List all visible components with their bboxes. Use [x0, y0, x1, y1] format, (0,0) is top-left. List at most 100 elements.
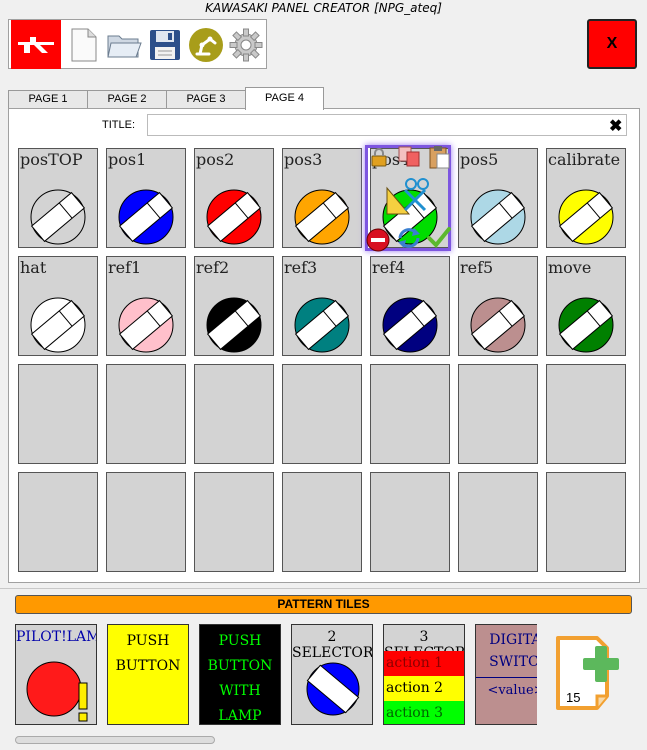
panel-button-label: move: [548, 258, 592, 277]
confirm-check-icon[interactable]: [427, 225, 451, 253]
selector-knob-icon: [470, 189, 526, 245]
title-input[interactable]: [147, 114, 627, 136]
panel-button-label: ref4: [372, 258, 406, 277]
empty-slot[interactable]: [458, 472, 538, 572]
tab-page-1[interactable]: PAGE 1: [8, 90, 88, 109]
pattern-scrollbar[interactable]: [15, 736, 215, 744]
properties-icon[interactable]: [385, 176, 435, 220]
panel-button-1[interactable]: pos1: [106, 148, 186, 248]
pattern-tile-2-selector[interactable]: 2 SELECTOR: [291, 624, 373, 725]
panel-button-3[interactable]: pos3: [282, 148, 362, 248]
pattern-tile-label: PILOT!LAMP: [16, 629, 96, 645]
pattern-tile-label: BUTTON: [115, 658, 181, 674]
selector-knob-icon: [206, 189, 262, 245]
panel-button-label: pos3: [284, 150, 323, 169]
empty-slot[interactable]: [546, 364, 626, 464]
empty-slot[interactable]: [106, 472, 186, 572]
selector-knob-icon: [294, 297, 350, 353]
panel-button-13[interactable]: move: [546, 256, 626, 356]
empty-slot[interactable]: [370, 472, 450, 572]
empty-slot[interactable]: [18, 364, 98, 464]
toolbar: [8, 19, 267, 69]
pattern-tile-pilot-lamp[interactable]: PILOT!LAMP: [15, 624, 97, 725]
empty-slot[interactable]: [370, 364, 450, 464]
panel-button-9[interactable]: ref2: [194, 256, 274, 356]
swap-icon[interactable]: [396, 226, 422, 254]
action-3-label: action 3: [384, 701, 464, 724]
empty-slot[interactable]: [194, 472, 274, 572]
empty-slot[interactable]: [282, 364, 362, 464]
pattern-tile-push-button[interactable]: PUSH BUTTON: [107, 624, 189, 725]
selector-knob-icon: [118, 189, 174, 245]
panel-button-8[interactable]: ref1: [106, 256, 186, 356]
tab-page-3[interactable]: PAGE 3: [166, 90, 246, 109]
selector-knob-icon: [30, 189, 86, 245]
panel-button-label: pos1: [108, 150, 147, 169]
empty-slot[interactable]: [282, 472, 362, 572]
save-icon[interactable]: [145, 25, 185, 65]
panel-button-label: ref3: [284, 258, 318, 277]
empty-slot[interactable]: [546, 472, 626, 572]
empty-slot[interactable]: [194, 364, 274, 464]
empty-slot[interactable]: [106, 364, 186, 464]
value-placeholder: <value>: [487, 683, 537, 698]
copy-icon[interactable]: [398, 146, 422, 172]
paste-icon[interactable]: [429, 145, 451, 173]
panel-button-7[interactable]: hat: [18, 256, 98, 356]
open-folder-icon[interactable]: [104, 25, 144, 65]
panel-button-label: calibrate: [548, 150, 621, 169]
lock-icon[interactable]: [369, 147, 389, 171]
pattern-tile-label: PUSH: [126, 633, 170, 649]
pattern-tile-label: LAMP: [218, 708, 262, 724]
delete-icon[interactable]: [366, 228, 390, 256]
pattern-tile-label: BUTTON: [207, 658, 273, 674]
new-file-icon[interactable]: [64, 25, 104, 65]
panel-button-2[interactable]: pos2: [194, 148, 274, 248]
panel-button-6[interactable]: calibrate: [546, 148, 626, 248]
pattern-tile-label: 2 SELECTOR: [292, 629, 373, 661]
lamp-icon: [26, 661, 88, 722]
panel-button-label: hat: [20, 258, 47, 277]
panel-button-label: posTOP: [20, 150, 83, 169]
title-label: TITLE:: [102, 119, 136, 131]
panel-button-label: ref2: [196, 258, 230, 277]
panel-button-5[interactable]: pos5: [458, 148, 538, 248]
tab-page-4[interactable]: PAGE 4: [245, 87, 324, 110]
gear-icon[interactable]: [226, 25, 266, 65]
panel-button-0[interactable]: posTOP: [18, 148, 98, 248]
add-tile-icon: [556, 636, 619, 710]
panel-button-label: ref1: [108, 258, 142, 277]
panel-button-11[interactable]: ref4: [370, 256, 450, 356]
pattern-tile-push-button-lamp[interactable]: PUSH BUTTON WITH LAMP: [199, 624, 281, 725]
pattern-tiles-header: PATTERN TILES: [15, 595, 632, 614]
empty-slot[interactable]: [18, 472, 98, 572]
selector-knob-icon: [558, 189, 614, 245]
panel-button-12[interactable]: ref5: [458, 256, 538, 356]
panel-button-label: ref5: [460, 258, 494, 277]
empty-slot[interactable]: [458, 364, 538, 464]
tile-count: 15: [566, 690, 581, 705]
panel-button-10[interactable]: ref3: [282, 256, 362, 356]
selector-knob-icon: [30, 297, 86, 353]
clear-title-icon[interactable]: ✖: [609, 116, 622, 136]
kawasaki-logo-icon[interactable]: [11, 20, 61, 69]
panel-button-label: pos5: [460, 150, 499, 169]
pattern-tile-3-selector[interactable]: 3 SELECTOR action 1 action 2 action 3: [383, 624, 465, 725]
close-button[interactable]: X: [587, 19, 637, 69]
window-title: KAWASAKI PANEL CREATOR [NPG_ateq]: [205, 1, 442, 15]
action-2-label: action 2: [384, 676, 464, 701]
pattern-tile-label: PUSH: [218, 633, 262, 649]
action-1-label: action 1: [384, 651, 464, 676]
pattern-tile-digital-switch[interactable]: DIGITAL SWITCH <value>: [475, 624, 537, 725]
pattern-tile-label: WITH: [219, 683, 261, 699]
robot-icon[interactable]: [186, 25, 226, 65]
pattern-tile-label: SWITCH: [489, 654, 537, 670]
pattern-tile-label: DIGITAL: [489, 632, 537, 648]
selector-knob-icon: [382, 297, 438, 353]
selector-knob-icon: [206, 297, 262, 353]
pattern-tiles-strip: PILOT!LAMP PUSH BUTTON PUSH BUTTON WITH …: [15, 624, 537, 726]
selector-knob-icon: [558, 297, 614, 353]
selector-knob-icon: [306, 662, 360, 716]
tab-page-2[interactable]: PAGE 2: [87, 90, 167, 109]
add-tile-button[interactable]: 15: [553, 634, 633, 716]
